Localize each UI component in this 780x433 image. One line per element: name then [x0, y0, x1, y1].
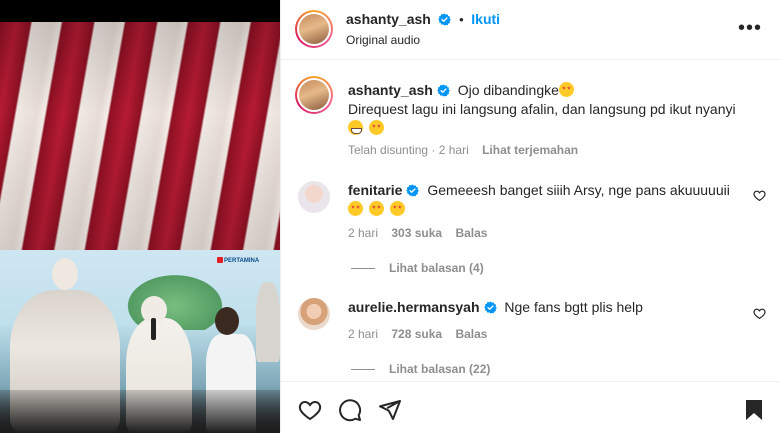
- star-struck-emoji-icon: [558, 82, 574, 97]
- grinning-emoji-icon: [348, 120, 363, 135]
- caption-text: ashanty_ash Ojo dibandingke Direquest la…: [348, 81, 768, 138]
- comment-time: 2 hari: [348, 226, 379, 240]
- header-separator: •: [459, 12, 464, 27]
- reply-button[interactable]: Balas: [455, 226, 487, 240]
- commenter-avatar[interactable]: [298, 298, 330, 330]
- verified-badge-icon: [483, 301, 497, 314]
- header-username[interactable]: ashanty_ash: [346, 11, 431, 27]
- verified-badge-icon: [438, 13, 452, 26]
- media-top-bar: [0, 0, 280, 22]
- post-header: ashanty_ash • Ikuti Original audio •••: [281, 0, 780, 60]
- comment-likes[interactable]: 303 suka: [391, 226, 442, 240]
- stage-floor: [0, 390, 280, 433]
- performer-left-head: [52, 258, 78, 290]
- microphone: [151, 318, 156, 340]
- caption-line1: Ojo dibandingke: [457, 82, 559, 98]
- comment-body: Gemeeesh banget siiih Arsy, nge pans aku…: [427, 182, 730, 198]
- header-title-row: ashanty_ash • Ikuti: [346, 11, 500, 27]
- heart-icon[interactable]: [298, 398, 322, 422]
- star-struck-emoji-icon: [368, 201, 384, 216]
- caption-line2: Direquest lagu ini langsung afalin, dan …: [348, 101, 736, 117]
- comments-section[interactable]: ashanty_ash Ojo dibandingke Direquest la…: [281, 61, 780, 381]
- author-avatar[interactable]: [295, 10, 333, 48]
- performer-boy-head: [215, 307, 239, 335]
- brand-logo-icon: [217, 257, 223, 263]
- curtain-shade: [0, 22, 280, 250]
- comment-text: aurelie.hermansyah Nge fans bgtt plis he…: [348, 298, 738, 317]
- comment-username[interactable]: aurelie.hermansyah: [348, 299, 480, 315]
- post-media[interactable]: PERTAMINA: [0, 0, 280, 433]
- replies-divider: [351, 268, 375, 270]
- view-replies-label: Lihat balasan (22): [389, 362, 491, 376]
- caption-edited: Telah disunting · 2 hari: [348, 143, 469, 157]
- translate-link[interactable]: Lihat terjemahan: [482, 143, 578, 157]
- post-panel: ashanty_ash • Ikuti Original audio ••• a…: [280, 0, 780, 433]
- comment-likes[interactable]: 728 suka: [391, 327, 442, 341]
- more-options-icon[interactable]: •••: [738, 18, 762, 38]
- comment-body: Nge fans bgtt plis help: [504, 299, 643, 315]
- follow-button[interactable]: Ikuti: [471, 11, 500, 27]
- comment-like-heart-icon[interactable]: [753, 189, 766, 202]
- star-struck-emoji-icon: [389, 201, 405, 216]
- comment-like-heart-icon[interactable]: [753, 307, 766, 320]
- caption-username[interactable]: ashanty_ash: [348, 82, 433, 98]
- view-replies-label: Lihat balasan (4): [389, 261, 484, 275]
- paper-plane-icon[interactable]: [378, 398, 402, 422]
- brand-text: PERTAMINA: [224, 258, 260, 264]
- comment-meta: 2 hari 728 suka Balas: [348, 327, 497, 341]
- bookmark-icon[interactable]: [742, 398, 766, 422]
- star-struck-emoji-icon: [348, 201, 363, 216]
- caption-avatar[interactable]: [295, 76, 333, 114]
- replies-divider: [351, 369, 375, 371]
- verified-badge-icon: [437, 84, 450, 97]
- post-actions-bar: [281, 381, 780, 433]
- reply-button[interactable]: Balas: [455, 327, 487, 341]
- comment-time: 2 hari: [348, 327, 379, 341]
- verified-badge-icon: [406, 184, 420, 197]
- view-replies-button[interactable]: Lihat balasan (22): [351, 362, 490, 376]
- performer-right-edge: [256, 282, 280, 362]
- commenter-avatar[interactable]: [298, 181, 330, 213]
- comment-username[interactable]: fenitarie: [348, 182, 402, 198]
- audio-label[interactable]: Original audio: [346, 33, 420, 47]
- star-struck-emoji-icon: [368, 120, 384, 135]
- comment-meta: 2 hari 303 suka Balas: [348, 226, 497, 240]
- caption-meta: Telah disunting · 2 hari Lihat terjemaha…: [348, 143, 588, 157]
- comment-bubble-icon[interactable]: [338, 398, 362, 422]
- view-replies-button[interactable]: Lihat balasan (4): [351, 261, 484, 275]
- comment-text: fenitarie Gemeeesh banget siiih Arsy, ng…: [348, 181, 738, 219]
